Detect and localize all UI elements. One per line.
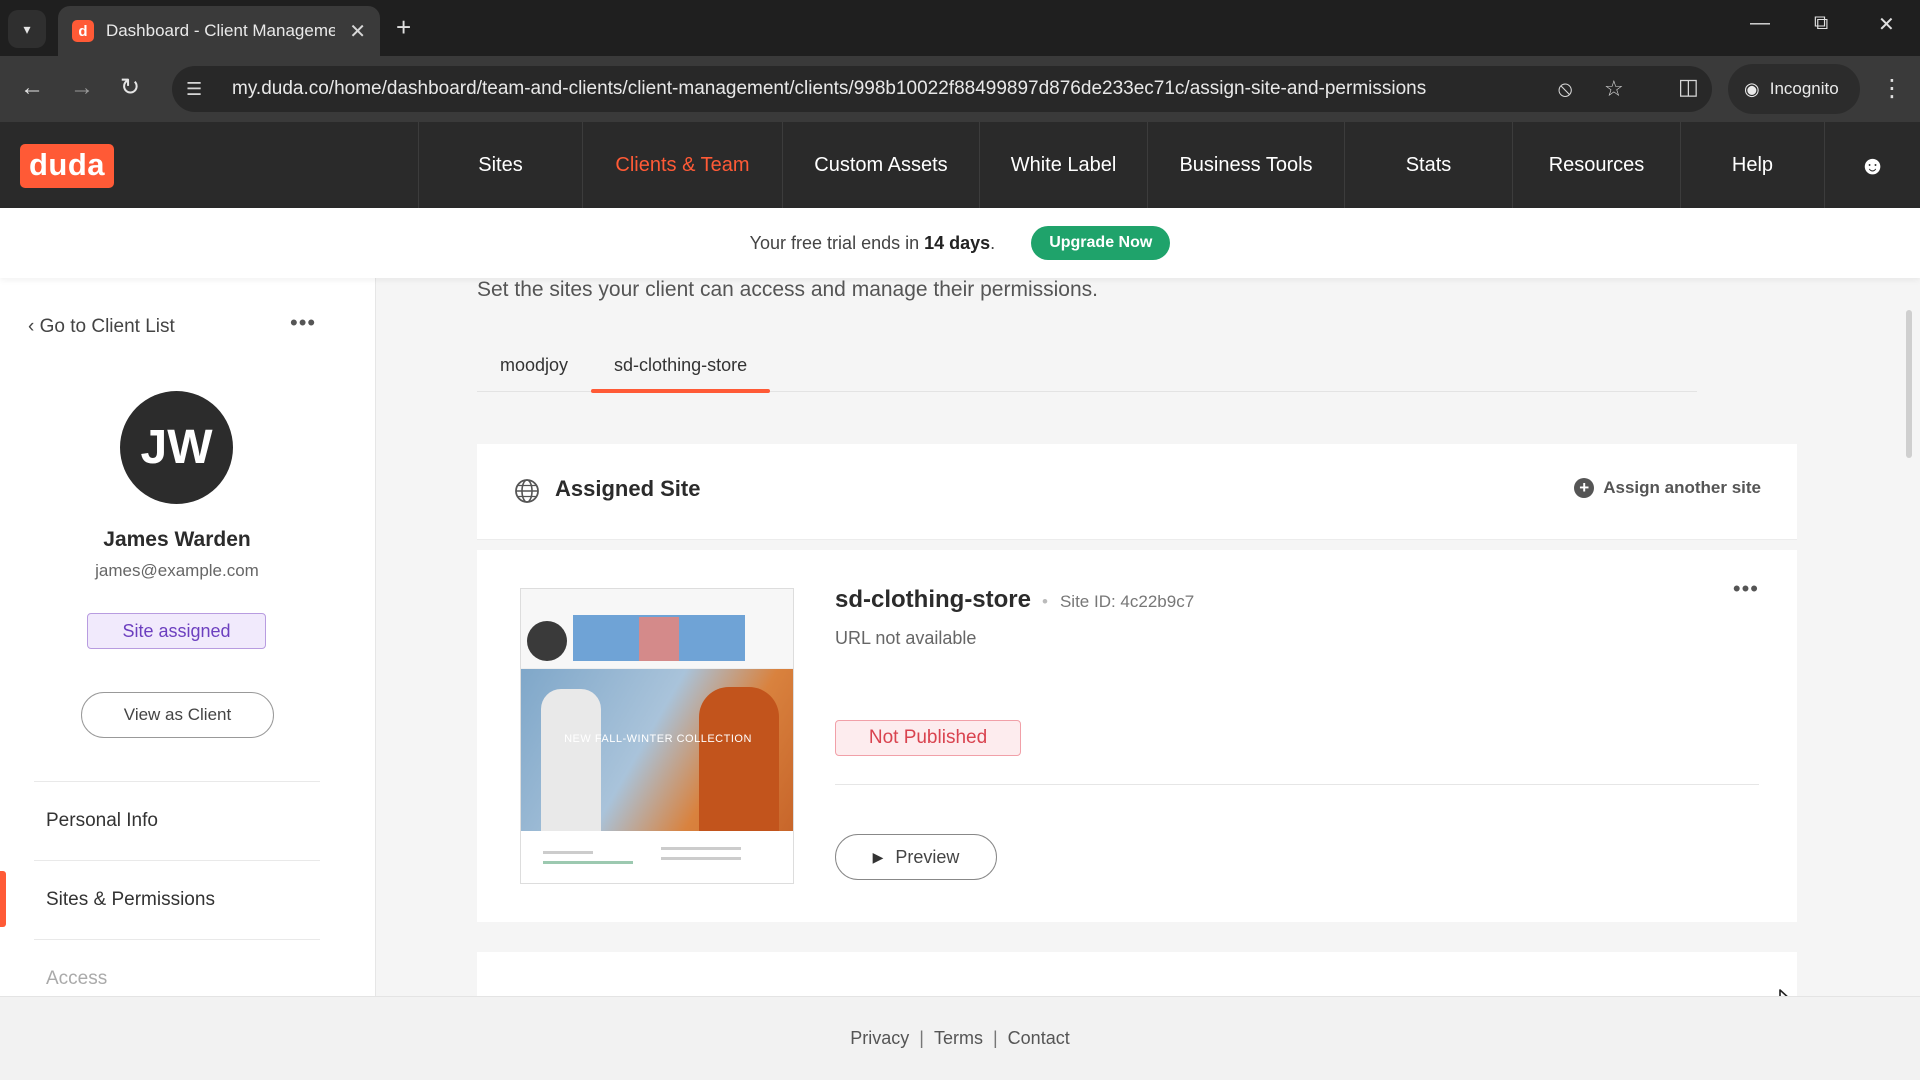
thumbnail-header [521, 589, 793, 669]
client-email: james@example.com [95, 561, 259, 580]
nav-clients-team[interactable]: Clients & Team [582, 122, 782, 208]
thumbnail-caption: NEW FALL-WINTER COLLECTION [564, 733, 752, 745]
client-sidebar: ‹ Go to Client List ••• JW James Warden … [0, 278, 376, 996]
nav-stats[interactable]: Stats [1344, 122, 1512, 208]
restore-icon[interactable]: ⧉ [1814, 12, 1828, 35]
incognito-indicator[interactable]: ◉ Incognito [1728, 64, 1860, 114]
minimize-icon[interactable]: — [1750, 12, 1770, 35]
browser-menu-icon[interactable]: ⋮ [1880, 74, 1904, 103]
plus-circle-icon: + [1574, 478, 1595, 498]
address-bar[interactable]: ☰ my.duda.co/home/dashboard/team-and-cli… [172, 66, 1712, 112]
main-content: Set the sites your client can access and… [376, 278, 1920, 996]
mouse-cursor-icon [1779, 989, 1788, 996]
footer-terms-link[interactable]: Terms [934, 1028, 983, 1049]
chevron-left-icon: ‹ [28, 316, 35, 337]
thumbnail-hero-image [521, 669, 793, 831]
play-icon: ▶ [872, 848, 884, 865]
tab-sd-clothing-store[interactable]: sd-clothing-store [591, 338, 771, 393]
duda-logo[interactable]: duda [20, 144, 114, 188]
bookmark-star-icon[interactable]: ☆ [1604, 76, 1624, 102]
site-name: sd-clothing-store [835, 586, 1031, 613]
site-id: • Site ID: 4c22b9c7 [1042, 592, 1195, 611]
footer-separator: | [919, 1028, 924, 1048]
globe-icon [515, 479, 539, 503]
nav-business-tools[interactable]: Business Tools [1147, 122, 1344, 208]
assign-another-site-label: Assign another site [1603, 478, 1761, 497]
sidebar-menu: Personal Info Sites & Permissions Access [0, 781, 320, 1018]
tab-close-icon[interactable]: ✕ [349, 19, 366, 44]
client-name: James Warden [103, 528, 251, 551]
site-tabs: moodjoy sd-clothing-store [477, 338, 1697, 393]
back-link-label: Go to Client List [39, 316, 175, 337]
preview-label: Preview [895, 846, 960, 867]
tab-title: Dashboard - Client Managemen [105, 21, 336, 40]
duda-favicon-icon: d [72, 20, 94, 42]
view-as-client-button[interactable]: View as Client [81, 692, 274, 738]
assigned-site-card: NEW FALL-WINTER COLLECTION sd-clothing-s… [477, 550, 1797, 922]
trial-text: Your free trial ends in 14 days. [749, 232, 996, 253]
nav-white-label[interactable]: White Label [979, 122, 1147, 208]
nav-sites[interactable]: Sites [418, 122, 582, 208]
thumbnail-footer [521, 831, 793, 883]
page-subtitle: Set the sites your client can access and… [477, 278, 1098, 301]
site-url-status: URL not available [835, 628, 977, 648]
footer-separator: | [992, 1028, 998, 1048]
sidebar-item-personal-info[interactable]: Personal Info [34, 781, 320, 860]
trial-days: 14 days [924, 232, 991, 253]
assigned-site-title: Assigned Site [555, 476, 701, 501]
forward-arrow-icon[interactable]: → [70, 74, 94, 102]
incognito-label: Incognito [1769, 79, 1839, 98]
reload-icon[interactable]: ↻ [120, 74, 140, 102]
nav-resources[interactable]: Resources [1512, 122, 1680, 208]
go-to-client-list-link[interactable]: ‹ Go to Client List [28, 316, 175, 338]
card-divider [835, 784, 1759, 785]
assigned-site-header: Assigned Site + Assign another site [477, 444, 1797, 540]
footer-privacy-link[interactable]: Privacy [850, 1028, 909, 1049]
nav-custom-assets[interactable]: Custom Assets [782, 122, 979, 208]
more-options-icon[interactable]: ••• [290, 310, 316, 336]
trial-banner: Your free trial ends in 14 days. Upgrade… [0, 208, 1920, 278]
browser-toolbar: ← → ↻ ☰ my.duda.co/home/dashboard/team-a… [0, 56, 1920, 122]
eye-off-icon[interactable]: ⦸ [1558, 76, 1572, 102]
footer-contact-link[interactable]: Contact [1008, 1028, 1070, 1049]
app-header: duda Sites Clients & Team Custom Assets … [0, 122, 1920, 208]
preview-button[interactable]: ▶ Preview [835, 834, 997, 880]
page-footer: Privacy | Terms | Contact [0, 996, 1920, 1080]
nav-help[interactable]: Help [1680, 122, 1824, 208]
permissions-card [477, 952, 1797, 996]
avatar: JW [120, 391, 233, 504]
url-text[interactable]: my.duda.co/home/dashboard/team-and-clien… [232, 78, 1426, 100]
site-thumbnail[interactable]: NEW FALL-WINTER COLLECTION [520, 588, 794, 884]
sidebar-item-sites-permissions[interactable]: Sites & Permissions [0, 860, 320, 939]
page-scrollbar[interactable] [1906, 310, 1912, 458]
side-panel-icon[interactable]: ◫ [1678, 74, 1699, 100]
upgrade-now-button[interactable]: Upgrade Now [1031, 226, 1171, 260]
tab-search-icon[interactable]: ▾ [8, 10, 46, 48]
site-info-icon[interactable]: ☰ [186, 79, 216, 100]
new-tab-icon[interactable]: + [396, 12, 411, 42]
main-nav: Sites Clients & Team Custom Assets White… [418, 122, 1824, 208]
not-published-badge: Not Published [835, 720, 1021, 756]
browser-tab-bar: ▾ d Dashboard - Client Managemen ✕ + — ⧉… [0, 0, 1920, 56]
window-close-icon[interactable]: ✕ [1878, 12, 1895, 37]
back-arrow-icon[interactable]: ← [20, 74, 44, 102]
tab-moodjoy[interactable]: moodjoy [477, 338, 591, 392]
incognito-icon: ◉ [1744, 78, 1760, 99]
user-account-icon[interactable]: ☻ [1824, 122, 1920, 208]
site-more-options-icon[interactable]: ••• [1733, 576, 1759, 602]
assign-another-site-button[interactable]: + Assign another site [1574, 478, 1761, 498]
browser-tab[interactable]: d Dashboard - Client Managemen ✕ [58, 6, 380, 56]
site-assigned-badge: Site assigned [87, 613, 266, 649]
